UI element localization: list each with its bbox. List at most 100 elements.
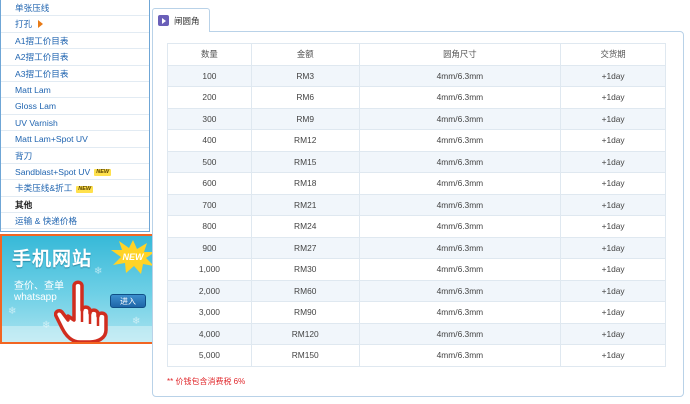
cell-amount: RM6	[250, 86, 360, 109]
sidebar-item-a2-folding[interactable]: A2摺工价目表	[1, 49, 149, 66]
cell-quantity: 1,000	[167, 258, 252, 281]
sidebar-item-card-crease-fold[interactable]: 卡类压线&折工 NEW	[1, 180, 149, 197]
tax-footnote: ** 价钱包含消费税 6%	[167, 377, 246, 386]
cell-amount: RM24	[250, 215, 360, 238]
content-panel: 数量 金额 圆角尺寸 交货期 100 RM3 4mm/6.3mm +1day 200 RM…	[152, 31, 684, 397]
table-row: 100 RM3 4mm/6.3mm +1day	[167, 64, 666, 87]
sidebar-item-gloss-lam[interactable]: Gloss Lam	[1, 98, 149, 115]
cell-corner-size: 4mm/6.3mm	[358, 172, 562, 195]
cell-delivery: +1day	[560, 86, 666, 109]
sidebar-item-single-crease[interactable]: 单张压线	[1, 0, 149, 17]
cell-quantity: 500	[167, 150, 252, 173]
table-row: 700 RM21 4mm/6.3mm +1day	[167, 193, 666, 216]
cell-quantity: 300	[167, 107, 252, 130]
cell-amount: RM150	[250, 344, 360, 367]
cell-corner-size: 4mm/6.3mm	[358, 258, 562, 281]
cell-quantity: 5,000	[167, 344, 252, 367]
cell-delivery: +1day	[560, 301, 666, 324]
tab-label: 闸圆角	[174, 16, 200, 26]
header-amount: 金额	[250, 43, 360, 66]
tab-round-corner[interactable]: 闸圆角	[152, 8, 210, 32]
cell-quantity: 900	[167, 236, 252, 259]
cell-corner-size: 4mm/6.3mm	[358, 301, 562, 324]
snowflake-icon: ❄	[94, 266, 103, 277]
cell-delivery: +1day	[560, 236, 666, 259]
sidebar-item-matt-lam-spot-uv[interactable]: Matt Lam+Spot UV	[1, 131, 149, 148]
table-row: 4,000 RM120 4mm/6.3mm +1day	[167, 322, 666, 345]
arrow-right-icon	[38, 20, 44, 29]
sidebar-item-back-knife[interactable]: 背刀	[1, 148, 149, 164]
price-table: 数量 金额 圆角尺寸 交货期 100 RM3 4mm/6.3mm +1day 200 RM…	[167, 43, 666, 367]
cell-delivery: +1day	[560, 215, 666, 238]
cell-corner-size: 4mm/6.3mm	[358, 107, 562, 130]
cell-quantity: 2,000	[167, 279, 252, 302]
sidebar-menu: 单张压线 打孔 A1摺工价目表 A2摺工价目表 A3摺工价目表 Matt Lam…	[1, 0, 149, 230]
cell-quantity: 200	[167, 86, 252, 109]
cell-amount: RM30	[250, 258, 360, 281]
cell-delivery: +1day	[560, 172, 666, 195]
sidebar: 单张压线 打孔 A1摺工价目表 A2摺工价目表 A3摺工价目表 Matt Lam…	[0, 0, 150, 232]
cell-amount: RM12	[250, 129, 360, 152]
cell-corner-size: 4mm/6.3mm	[358, 193, 562, 216]
table-row: 500 RM15 4mm/6.3mm +1day	[167, 150, 666, 173]
sidebar-item-hole-punch[interactable]: 打孔	[1, 16, 149, 33]
sidebar-item-others[interactable]: 其他	[1, 197, 149, 214]
sidebar-item-matt-lam[interactable]: Matt Lam	[1, 82, 149, 99]
table-row: 2,000 RM60 4mm/6.3mm +1day	[167, 279, 666, 302]
banner-line2: whatsapp	[14, 292, 57, 303]
cell-quantity: 800	[167, 215, 252, 238]
table-row: 400 RM12 4mm/6.3mm +1day	[167, 129, 666, 152]
cell-corner-size: 4mm/6.3mm	[358, 150, 562, 173]
cell-quantity: 600	[167, 172, 252, 195]
cell-corner-size: 4mm/6.3mm	[358, 279, 562, 302]
cell-corner-size: 4mm/6.3mm	[358, 64, 562, 87]
cell-amount: RM60	[250, 279, 360, 302]
table-row: 800 RM24 4mm/6.3mm +1day	[167, 215, 666, 238]
cell-amount: RM15	[250, 150, 360, 173]
header-corner-size: 圆角尺寸	[358, 43, 562, 66]
cell-delivery: +1day	[560, 193, 666, 216]
sidebar-item-uv-varnish[interactable]: UV Varnish	[1, 115, 149, 132]
table-row: 1,000 RM30 4mm/6.3mm +1day	[167, 258, 666, 281]
header-delivery: 交货期	[560, 43, 666, 66]
cell-amount: RM18	[250, 172, 360, 195]
cell-delivery: +1day	[560, 344, 666, 367]
cell-delivery: +1day	[560, 258, 666, 281]
cell-corner-size: 4mm/6.3mm	[358, 86, 562, 109]
table-row: 900 RM27 4mm/6.3mm +1day	[167, 236, 666, 259]
pointing-hand-icon	[54, 280, 108, 342]
snowflake-icon: ❄	[8, 306, 17, 317]
sidebar-item-a3-folding[interactable]: A3摺工价目表	[1, 66, 149, 82]
table-row: 600 RM18 4mm/6.3mm +1day	[167, 172, 666, 195]
cell-delivery: +1day	[560, 322, 666, 345]
new-burst-icon: NEW	[111, 240, 153, 274]
table-row: 300 RM9 4mm/6.3mm +1day	[167, 107, 666, 130]
cell-delivery: +1day	[560, 64, 666, 87]
table-row: 5,000 RM150 4mm/6.3mm +1day	[167, 344, 666, 367]
cell-delivery: +1day	[560, 107, 666, 130]
cell-amount: RM9	[250, 107, 360, 130]
cell-quantity: 400	[167, 129, 252, 152]
new-burst-label: NEW	[123, 252, 146, 262]
banner-title: 手机网站	[12, 248, 93, 270]
cell-delivery: +1day	[560, 279, 666, 302]
cell-quantity: 3,000	[167, 301, 252, 324]
cell-amount: RM3	[250, 64, 360, 87]
new-badge: NEW	[76, 185, 94, 193]
enter-button[interactable]: 进入	[110, 294, 146, 308]
table-header-row: 数量 金额 圆角尺寸 交货期	[167, 43, 666, 66]
sidebar-item-shipping[interactable]: 运输 & 快递价格	[1, 213, 149, 230]
sidebar-item-sandblast-spot-uv[interactable]: Sandblast+Spot UV NEW	[1, 164, 149, 181]
header-quantity: 数量	[167, 43, 252, 66]
cell-corner-size: 4mm/6.3mm	[358, 322, 562, 345]
play-icon	[158, 15, 169, 26]
cell-amount: RM27	[250, 236, 360, 259]
mobile-site-banner[interactable]: ❄ ❄ ❄ ❄ 手机网站 NEW 查价、查单 whatsapp 进入	[0, 234, 155, 344]
sidebar-item-a1-folding[interactable]: A1摺工价目表	[1, 33, 149, 50]
cell-corner-size: 4mm/6.3mm	[358, 344, 562, 367]
price-table-body: 100 RM3 4mm/6.3mm +1day 200 RM6 4mm/6.3mm +1day…	[167, 64, 666, 367]
new-badge: NEW	[94, 169, 112, 177]
cell-quantity: 100	[167, 64, 252, 87]
cell-amount: RM21	[250, 193, 360, 216]
cell-quantity: 700	[167, 193, 252, 216]
